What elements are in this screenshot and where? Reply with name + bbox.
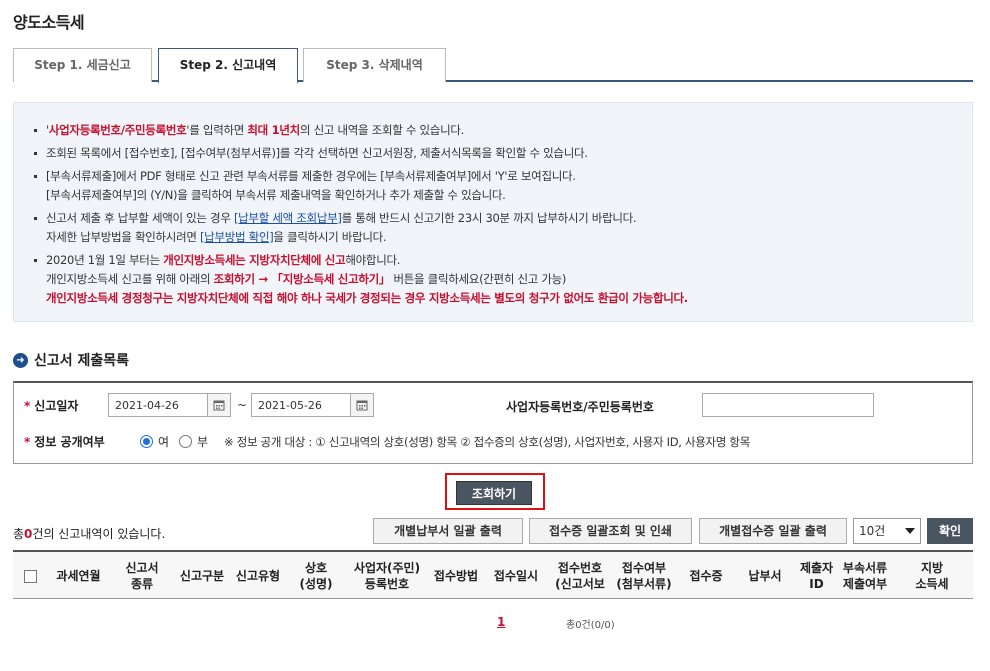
col-header[interactable]: 접수방법 bbox=[428, 552, 484, 600]
notice-item: 조회된 목록에서 [접수번호], [접수여부(첨부서류)]를 각각 선택하면 신… bbox=[32, 144, 962, 163]
page-size-value: 10건 bbox=[859, 524, 886, 538]
col-header[interactable]: 접수증 bbox=[676, 552, 736, 600]
notice-text: 를 통해 반드시 신고기한 23시 30분 까지 납부하시기 바랍니다. bbox=[341, 211, 637, 225]
required-mark: * bbox=[24, 398, 31, 413]
col-header[interactable]: 부속서류 제출여부 bbox=[839, 552, 891, 600]
search-form: * 신고일자 ~ 사업자등록번호/주민등록번호 * 정보 공개여부 여 부 ※ … bbox=[13, 381, 973, 464]
col-header[interactable]: 사업자(주민) 등록번호 bbox=[346, 552, 428, 600]
notice-text: 개인지방소득세 신고를 위해 아래의 bbox=[46, 272, 214, 286]
count-suffix: 건의 신고내역이 있습니다. bbox=[32, 527, 166, 541]
col-header[interactable]: 과세연월 bbox=[47, 552, 110, 600]
notice-text: 자세한 납부방법을 확인하시려면 bbox=[46, 230, 200, 244]
radio-no-label: 부 bbox=[197, 435, 209, 449]
date-separator: ~ bbox=[237, 398, 248, 412]
chevron-down-icon bbox=[905, 528, 915, 534]
radio-yes[interactable] bbox=[140, 435, 153, 448]
confirm-button[interactable]: 확인 bbox=[927, 518, 973, 544]
business-id-label: 사업자등록번호/주민등록번호 bbox=[506, 400, 654, 414]
section-title-text: 신고서 제출목록 bbox=[34, 353, 130, 369]
notice-highlight: 최대 1년치 bbox=[247, 123, 300, 137]
calendar-icon[interactable] bbox=[207, 393, 231, 417]
date-label-group: * 신고일자 bbox=[24, 397, 78, 414]
notice-highlight: 개인지방소득세는 지방자치단체에 신고 bbox=[163, 253, 346, 267]
date-from-input[interactable] bbox=[108, 393, 208, 417]
radio-yes-label: 여 bbox=[158, 435, 170, 449]
calendar-icon[interactable] bbox=[350, 393, 374, 417]
notice-text: 신고서 제출 후 납부할 세액이 있는 경우 bbox=[46, 211, 234, 225]
col-header[interactable]: 신고구분 bbox=[174, 552, 230, 600]
col-header[interactable]: 제출자 ID bbox=[794, 552, 839, 600]
bulk-receipt-print-button[interactable]: 개별접수증 일괄 출력 bbox=[699, 518, 847, 544]
notice-warning: 개인지방소득세 경정청구는 지방자치단체에 직접 해야 하나 국세가 경정되는 … bbox=[46, 291, 688, 305]
required-mark: * bbox=[24, 434, 31, 449]
result-count: 총0건의 신고내역이 있습니다. bbox=[13, 525, 165, 542]
notice-text: 버튼을 클릭하세요(간편히 신고 가능) bbox=[390, 272, 567, 286]
page-title: 양도소득세 bbox=[13, 13, 85, 32]
public-note: ※ 정보 공개 대상 : ① 신고내역의 상호(성명) 항목 ② 접수증의 상호… bbox=[224, 435, 750, 449]
notice-text: '를 입력하면 bbox=[186, 123, 248, 137]
date-to-input[interactable] bbox=[251, 393, 351, 417]
notice-item: 2020년 1월 1일 부터는 개인지방소득세는 지방자치단체에 신고해야합니다… bbox=[32, 251, 962, 308]
section-title: ➜ 신고서 제출목록 bbox=[13, 350, 129, 370]
col-header[interactable]: 접수여부 (첨부서류) bbox=[612, 552, 676, 600]
query-button-highlight: 조회하기 bbox=[445, 473, 545, 510]
page-link-current[interactable]: 1 bbox=[497, 615, 505, 629]
col-header[interactable]: 납부서 bbox=[736, 552, 794, 600]
notice-item: [부속서류제출]에서 PDF 형태로 신고 관련 부속서류를 제출한 경우에는 … bbox=[32, 167, 962, 205]
public-yes-option[interactable]: 여 bbox=[140, 433, 169, 450]
page-size-select[interactable]: 10건 bbox=[853, 518, 921, 544]
public-no-option[interactable]: 부 bbox=[179, 433, 208, 450]
tab-step1-tax-filing[interactable]: Step 1. 세금신고 bbox=[13, 48, 152, 82]
table-header: 과세연월 신고서 종류 신고구분 신고유형 상호 (성명) 사업자(주민) 등록… bbox=[13, 550, 973, 599]
col-header[interactable]: 접수일시 bbox=[484, 552, 548, 600]
notice-text: [부속서류제출여부]의 (Y/N)을 클릭하여 부속서류 제출내역을 확인하거나… bbox=[46, 188, 506, 202]
step-tabs: Step 1. 세금신고 Step 2. 신고내역 Step 3. 삭제내역 bbox=[13, 48, 973, 84]
select-all-cell bbox=[13, 552, 47, 600]
notice-text: 2020년 1월 1일 부터는 bbox=[46, 253, 164, 267]
select-all-checkbox[interactable] bbox=[23, 569, 37, 583]
public-label-group: * 정보 공개여부 bbox=[24, 433, 105, 450]
notice-text: 해야합니다. bbox=[345, 253, 401, 267]
tab-step3-deleted-history[interactable]: Step 3. 삭제내역 bbox=[303, 48, 446, 82]
col-header[interactable]: 신고유형 bbox=[230, 552, 286, 600]
col-header[interactable]: 신고서 종류 bbox=[110, 552, 174, 600]
count-prefix: 총 bbox=[13, 527, 25, 541]
col-header[interactable]: 지방 소득세 bbox=[891, 552, 973, 600]
notice-text: [부속서류제출]에서 PDF 형태로 신고 관련 부속서류를 제출한 경우에는 … bbox=[46, 169, 576, 183]
notice-text: 을 클릭하시기 바랍니다. bbox=[273, 230, 387, 244]
business-id-input[interactable] bbox=[702, 393, 874, 417]
col-header[interactable]: 상호 (성명) bbox=[286, 552, 346, 600]
query-button[interactable]: 조회하기 bbox=[456, 481, 532, 505]
date-label: 신고일자 bbox=[34, 399, 79, 413]
radio-no[interactable] bbox=[179, 435, 192, 448]
notice-item: 신고서 제출 후 납부할 세액이 있는 경우 [납부할 세액 조회납부]를 통해… bbox=[32, 209, 962, 247]
payment-inquiry-link[interactable]: [납부할 세액 조회납부] bbox=[234, 211, 342, 225]
notice-text: 의 신고 내역을 조회할 수 있습니다. bbox=[299, 123, 464, 137]
arrow-circle-icon: ➜ bbox=[13, 352, 28, 368]
notice-box: '사업자등록번호/주민등록번호'를 입력하면 최대 1년치의 신고 내역을 조회… bbox=[13, 102, 973, 322]
notice-text: 조회된 목록에서 [접수번호], [접수여부(첨부서류)]를 각각 선택하면 신… bbox=[46, 146, 588, 160]
bulk-payment-print-button[interactable]: 개별납부서 일괄 출력 bbox=[373, 518, 523, 544]
col-header[interactable]: 접수번호 (신고서보 bbox=[548, 552, 612, 600]
tab-step2-filing-history[interactable]: Step 2. 신고내역 bbox=[158, 48, 298, 84]
receipt-bulk-print-button[interactable]: 접수증 일괄조회 및 인쇄 bbox=[529, 518, 692, 544]
public-label: 정보 공개여부 bbox=[34, 435, 105, 449]
notice-highlight: 조회하기 → 「지방소득세 신고하기」 bbox=[213, 272, 391, 286]
notice-highlight: 사업자등록번호/주민등록번호 bbox=[48, 123, 187, 137]
pager-total: 총0건(0/0) bbox=[566, 620, 615, 631]
notice-item: '사업자등록번호/주민등록번호'를 입력하면 최대 1년치의 신고 내역을 조회… bbox=[32, 121, 962, 140]
payment-method-link[interactable]: [납부방법 확인] bbox=[200, 230, 274, 244]
